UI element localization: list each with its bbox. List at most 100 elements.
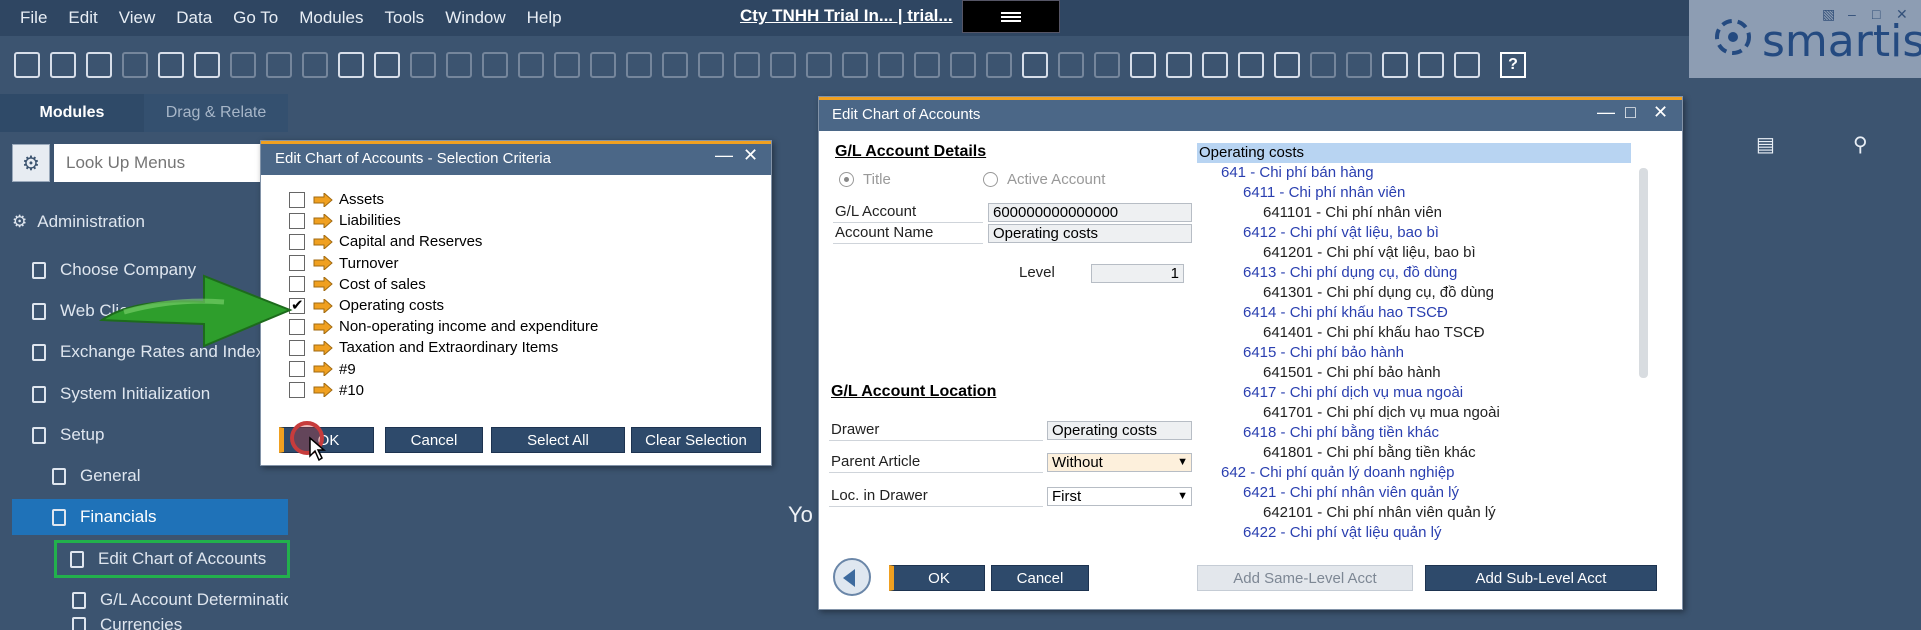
criteria-row[interactable]: Taxation and Extraordinary Items (289, 337, 558, 358)
criteria-row[interactable]: Non-operating income and expenditure (289, 316, 598, 337)
drawer-field[interactable]: Operating costs (1047, 421, 1192, 440)
journal-icon[interactable] (878, 52, 904, 78)
search-icon[interactable]: ⚲ (1853, 132, 1868, 157)
tree-node[interactable]: 642101 - Chi phí nhân viên quản lý (1263, 503, 1496, 523)
tree-node[interactable]: Operating costs (1197, 143, 1631, 163)
web-icon[interactable] (1454, 52, 1480, 78)
criteria-row[interactable]: Capital and Reserves (289, 231, 482, 252)
balance-icon[interactable] (842, 52, 868, 78)
chart-icon[interactable] (1418, 52, 1444, 78)
account-name-field[interactable]: Operating costs (988, 224, 1192, 243)
excel-icon[interactable] (194, 52, 220, 78)
sidebar-item-system-initialization[interactable]: System Initialization (0, 376, 288, 412)
tree-node[interactable]: 641501 - Chi phí bảo hành (1263, 363, 1441, 383)
tree-scrollbar[interactable] (1639, 168, 1648, 378)
level-field[interactable]: 1 (1091, 264, 1184, 283)
previous-record-icon[interactable] (482, 52, 508, 78)
tree-node[interactable]: 641101 - Chi phí nhân viên (1263, 203, 1442, 223)
tree-node[interactable]: 6417 - Chi phí dịch vụ mua ngoài (1243, 383, 1463, 403)
tree-node[interactable]: 6421 - Chi phí nhân viên quản lý (1243, 483, 1459, 503)
sidebar-item-currencies[interactable]: Currencies (0, 610, 288, 630)
search-input[interactable] (54, 144, 274, 182)
menu-edit[interactable]: Edit (68, 8, 97, 28)
archive-icon[interactable]: ▤ (1756, 132, 1775, 157)
hamburger-menu-button[interactable] (962, 0, 1060, 33)
menu-tools[interactable]: Tools (385, 8, 425, 28)
close-icon[interactable]: ✕ (1653, 97, 1668, 127)
back-arrow-icon[interactable] (833, 558, 871, 596)
add-sub-level-button[interactable]: Add Sub-Level Acct (1425, 565, 1657, 591)
users-icon[interactable] (1238, 52, 1264, 78)
minimize-icon[interactable]: — (1597, 97, 1615, 127)
tree-node[interactable]: 6414 - Chi phí khấu hao TSCĐ (1243, 303, 1448, 323)
company-title[interactable]: Cty TNHH Trial In... | trial... (740, 6, 953, 26)
first-record-icon[interactable] (446, 52, 472, 78)
sidebar-item-administration[interactable]: ⚙ Administration (0, 204, 288, 240)
widget-icon[interactable] (1346, 52, 1372, 78)
external-link-icon[interactable] (1382, 52, 1408, 78)
tree-node[interactable]: 642 - Chi phí quản lý doanh nghiệp (1221, 463, 1455, 483)
tree-node[interactable]: 641 - Chi phí bán hàng (1221, 163, 1374, 183)
lock-icon[interactable] (1310, 52, 1336, 78)
print-icon[interactable] (50, 52, 76, 78)
sidebar-item-financials[interactable]: Financials (12, 499, 288, 535)
menu-help[interactable]: Help (527, 8, 562, 28)
gl-account-field[interactable]: 600000000000000 (988, 203, 1192, 222)
base-document-icon[interactable] (698, 52, 724, 78)
pdf-icon[interactable] (266, 52, 292, 78)
parent-article-select[interactable]: Without ▼ (1047, 453, 1192, 472)
title-radio[interactable] (839, 172, 854, 187)
menu-window[interactable]: Window (445, 8, 505, 28)
restore-icon[interactable]: ▧ (1822, 6, 1835, 23)
tree-node[interactable]: 641801 - Chi phí bằng tiền khác (1263, 443, 1476, 463)
gross-profit-icon[interactable] (914, 52, 940, 78)
minimize-icon[interactable]: – (1848, 6, 1856, 22)
transaction-icon[interactable] (986, 52, 1012, 78)
criteria-row[interactable]: Assets (289, 189, 384, 210)
last-record-icon[interactable] (554, 52, 580, 78)
stamp-icon[interactable] (1274, 52, 1300, 78)
settings-icon[interactable] (770, 52, 796, 78)
close-icon[interactable]: ✕ (1896, 6, 1908, 23)
tab-drag-relate[interactable]: Drag & Relate (144, 94, 288, 132)
close-icon[interactable]: ✕ (743, 145, 758, 166)
menu-goto[interactable]: Go To (233, 8, 278, 28)
menu-data[interactable]: Data (176, 8, 212, 28)
help-icon[interactable]: ? (1500, 52, 1526, 78)
criteria-row[interactable]: #9 (289, 359, 356, 380)
word-icon[interactable] (230, 52, 256, 78)
activity-icon[interactable] (1130, 52, 1156, 78)
target-document-icon[interactable] (734, 52, 760, 78)
maximize-icon[interactable]: □ (1872, 6, 1880, 22)
add-icon[interactable] (410, 52, 436, 78)
tree-node[interactable]: 6418 - Chi phí bằng tiền khác (1243, 423, 1439, 443)
clear-selection-button[interactable]: Clear Selection (631, 427, 761, 453)
preview-icon[interactable] (14, 52, 40, 78)
form-settings-icon[interactable] (338, 52, 364, 78)
criteria-checkbox[interactable] (289, 233, 305, 250)
tree-node[interactable]: 6415 - Chi phí bảo hành (1243, 343, 1404, 363)
print-layout-icon[interactable] (86, 52, 112, 78)
tab-modules[interactable]: Modules (0, 94, 144, 132)
criteria-checkbox[interactable] (289, 361, 305, 378)
maximize-icon[interactable]: □ (1625, 97, 1636, 127)
filter-icon[interactable] (626, 52, 652, 78)
menu-file[interactable]: File (20, 8, 47, 28)
tree-node[interactable]: 6412 - Chi phí vật liệu, bao bì (1243, 223, 1439, 243)
tree-node[interactable]: 641301 - Chi phí dụng cụ, đồ dùng (1263, 283, 1494, 303)
cancel-button[interactable]: Cancel (385, 427, 483, 453)
send-icon[interactable] (122, 52, 148, 78)
tree-node[interactable]: 6422 - Chi phí vật liệu quản lý (1243, 523, 1441, 543)
minimize-icon[interactable]: — (715, 145, 733, 166)
tree-node[interactable]: 641701 - Chi phí dịch vụ mua ngoài (1263, 403, 1500, 423)
tree-node[interactable]: 641201 - Chi phí vật liệu, bao bì (1263, 243, 1476, 263)
sort-icon[interactable] (662, 52, 688, 78)
refresh-icon[interactable] (590, 52, 616, 78)
calculator-icon[interactable] (1202, 52, 1228, 78)
tree-node[interactable]: 6411 - Chi phí nhân viên (1243, 183, 1405, 203)
fax-icon[interactable] (158, 52, 184, 78)
loc-in-drawer-select[interactable]: First ▼ (1047, 487, 1192, 506)
alert-icon[interactable] (1094, 52, 1120, 78)
criteria-checkbox[interactable] (289, 382, 305, 399)
find-icon[interactable] (374, 52, 400, 78)
